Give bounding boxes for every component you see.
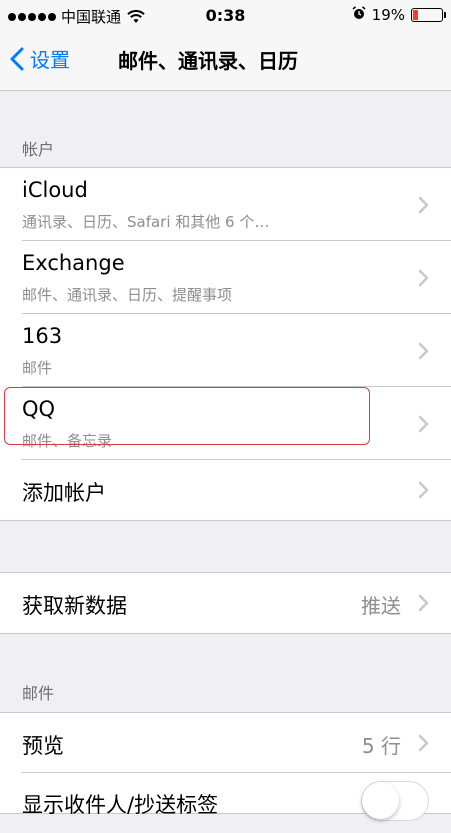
chevron-left-icon	[10, 47, 24, 70]
preview-row[interactable]: 预览 5 行	[0, 713, 451, 773]
battery-icon	[411, 8, 446, 22]
account-row-exchange[interactable]: Exchange 邮件、通讯录、日历、提醒事项	[0, 241, 451, 314]
fetch-settings-group: 获取新数据 推送	[0, 572, 451, 634]
preview-label: 预览	[22, 734, 64, 758]
accounts-section-header: 帐户	[22, 140, 55, 159]
add-account-label: 添加帐户	[22, 481, 106, 505]
page-title: 邮件、通讯录、日历	[118, 49, 298, 73]
alarm-icon	[352, 6, 366, 24]
account-row-icloud[interactable]: iCloud 通讯录、日历、Safari 和其他 6 个…	[0, 168, 451, 241]
accounts-list: iCloud 通讯录、日历、Safari 和其他 6 个… Exchange 邮…	[0, 167, 451, 521]
account-name: Exchange	[22, 251, 125, 275]
chevron-right-icon	[418, 594, 429, 612]
show-to-cc-row: 显示收件人/抄送标签	[0, 773, 451, 833]
navigation-bar: 设置 邮件、通讯录、日历	[0, 30, 451, 91]
show-to-cc-toggle[interactable]	[361, 781, 429, 821]
add-account-button[interactable]: 添加帐户	[0, 460, 451, 520]
back-button[interactable]: 设置	[10, 44, 70, 73]
account-detail: 通讯录、日历、Safari 和其他 6 个…	[22, 213, 270, 231]
back-button-label: 设置	[30, 48, 70, 72]
chevron-right-icon	[418, 196, 429, 213]
account-row-163[interactable]: 163 邮件	[0, 314, 451, 387]
chevron-right-icon	[418, 481, 429, 499]
highlight-annotation	[4, 387, 370, 445]
battery-percent: 19%	[371, 6, 405, 24]
preview-value: 5 行	[361, 734, 401, 758]
status-right: 19%	[352, 6, 446, 24]
chevron-right-icon	[418, 342, 429, 359]
account-name: 163	[22, 324, 63, 348]
mail-section-header: 邮件	[22, 684, 55, 703]
chevron-right-icon	[418, 734, 429, 752]
battery-level-fill	[413, 10, 418, 20]
account-detail: 邮件	[22, 359, 53, 377]
chevron-right-icon	[418, 269, 429, 286]
fetch-new-data-row[interactable]: 获取新数据 推送	[0, 573, 451, 633]
fetch-new-data-value: 推送	[361, 594, 401, 618]
mail-settings-group: 预览 5 行 显示收件人/抄送标签	[0, 712, 451, 821]
chevron-right-icon	[418, 415, 429, 432]
show-to-cc-label: 显示收件人/抄送标签	[22, 793, 219, 817]
status-bar: 中国联通 0:38 19%	[0, 0, 451, 30]
fetch-new-data-label: 获取新数据	[22, 594, 127, 618]
toggle-knob	[362, 782, 399, 819]
account-detail: 邮件、通讯录、日历、提醒事项	[22, 286, 233, 304]
account-name: iCloud	[22, 178, 88, 202]
